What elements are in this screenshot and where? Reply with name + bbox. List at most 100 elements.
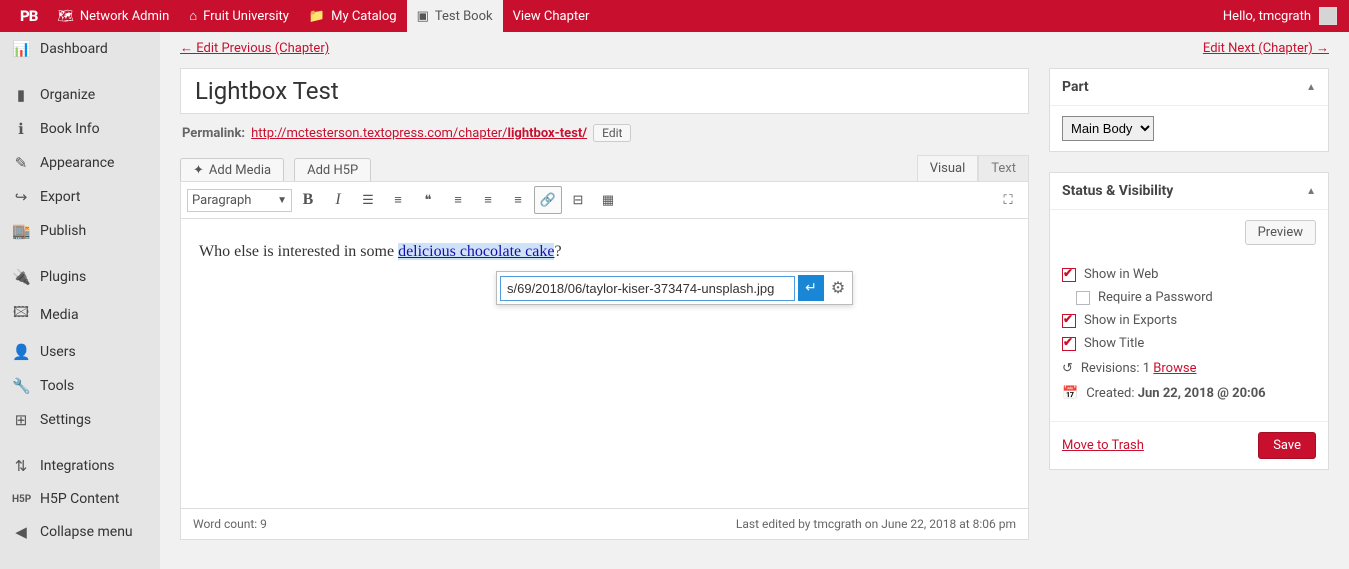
plugins-icon: 🔌	[12, 268, 30, 286]
sidebar-item-collapse[interactable]: ◀Collapse menu	[0, 515, 160, 549]
h5p-icon: H5P	[12, 494, 30, 505]
post-navigation: ← Edit Previous (Chapter) Edit Next (Cha…	[160, 32, 1349, 56]
align-right-button[interactable]: ≡	[504, 186, 532, 214]
bullet-list-button[interactable]: ☰	[354, 186, 382, 214]
media-add-icon: ✦	[193, 163, 204, 178]
sidebar-item-publish[interactable]: 🏬Publish	[0, 214, 160, 248]
book-link[interactable]: ▣Test Book	[407, 0, 503, 32]
pb-logo[interactable]: PB	[0, 0, 47, 32]
italic-button[interactable]: I	[324, 186, 352, 214]
view-chapter-link[interactable]: View Chapter	[503, 0, 600, 32]
sidebar-item-bookinfo[interactable]: ℹBook Info	[0, 112, 160, 146]
link-insert-popup: ↵ ⚙	[496, 271, 853, 305]
checkbox-icon	[1062, 268, 1076, 282]
tab-text[interactable]: Text	[978, 155, 1029, 181]
sidebar-item-export[interactable]: ↪Export	[0, 180, 160, 214]
media-icon: 🖾	[12, 302, 30, 327]
post-title: Lightbox Test	[195, 77, 1014, 105]
publish-icon: 🏬	[12, 222, 30, 240]
read-more-button[interactable]: ⊟	[564, 186, 592, 214]
link-url-input[interactable]	[500, 276, 795, 301]
sitemap-icon: 🗺	[57, 9, 74, 24]
sidebar-item-h5p[interactable]: H5PH5P Content	[0, 483, 160, 515]
browse-revisions-link[interactable]: Browse	[1153, 361, 1196, 376]
main-content: ← Edit Previous (Chapter) Edit Next (Cha…	[160, 32, 1349, 569]
users-icon: 👤	[12, 343, 30, 361]
site-link[interactable]: ⌂Fruit University	[179, 0, 299, 32]
fullscreen-button[interactable]: ⛶	[994, 186, 1022, 214]
link-icon: 🔗	[540, 193, 556, 208]
show-title-checkbox[interactable]: Show Title	[1062, 336, 1316, 351]
organize-icon: ▮	[12, 86, 30, 104]
permalink-url[interactable]: http://mctesterson.textopress.com/chapte…	[251, 126, 587, 141]
align-left-button[interactable]: ≡	[444, 186, 472, 214]
sidebar-item-settings[interactable]: ⊞Settings	[0, 403, 160, 437]
topbar-right: Hello, tmcgrath	[1223, 7, 1349, 25]
book-icon: ▣	[417, 9, 429, 24]
collapse-toggle-icon[interactable]: ▲	[1306, 82, 1316, 93]
sidebar-item-tools[interactable]: 🔧Tools	[0, 369, 160, 403]
add-media-button[interactable]: ✦Add Media	[180, 158, 284, 183]
sidebar-item-appearance[interactable]: ✎Appearance	[0, 146, 160, 180]
edit-previous-link[interactable]: ← Edit Previous (Chapter)	[180, 40, 329, 56]
admin-sidebar: 📊Dashboard ▮Organize ℹBook Info ✎Appeara…	[0, 32, 160, 569]
tab-visual[interactable]: Visual	[917, 155, 979, 181]
sidebar-item-users[interactable]: 👤Users	[0, 335, 160, 369]
catalog-link[interactable]: 📁My Catalog	[299, 0, 407, 32]
part-select[interactable]: Main Body	[1062, 116, 1154, 141]
sidebar-item-integrations[interactable]: ⇅Integrations	[0, 449, 160, 483]
permalink-row: Permalink: http://mctesterson.textopress…	[182, 124, 1027, 142]
move-to-trash-link[interactable]: Move to Trash	[1062, 438, 1144, 453]
show-in-exports-checkbox[interactable]: Show in Exports	[1062, 313, 1316, 328]
numbered-list-button[interactable]: ≡	[384, 186, 412, 214]
calendar-icon: 📅	[1062, 386, 1078, 401]
permalink-edit-button[interactable]: Edit	[593, 124, 631, 142]
blockquote-button[interactable]: ❝	[414, 186, 442, 214]
dashboard-icon: 📊	[12, 40, 30, 58]
network-admin-link[interactable]: 🗺Network Admin	[47, 0, 179, 32]
link-apply-button[interactable]: ↵	[798, 275, 824, 301]
checkbox-icon	[1062, 337, 1076, 351]
editor-content[interactable]: Who else is interested in some delicious…	[180, 219, 1029, 509]
export-icon: ↪	[12, 188, 30, 206]
sidebar-item-plugins[interactable]: 🔌Plugins	[0, 260, 160, 294]
format-select[interactable]: Paragraph▼	[187, 189, 292, 212]
content-text-before: Who else is interested in some	[199, 243, 398, 260]
avatar[interactable]	[1319, 7, 1337, 25]
editor-footer: Word count: 9 Last edited by tmcgrath on…	[180, 508, 1029, 540]
bold-button[interactable]: B	[294, 186, 322, 214]
link-options-button[interactable]: ⚙	[827, 277, 849, 299]
enter-icon: ↵	[805, 280, 817, 297]
checkbox-icon	[1062, 314, 1076, 328]
toolbar-toggle-button[interactable]: ▦	[594, 186, 622, 214]
folder-icon: 📁	[309, 9, 325, 24]
require-password-checkbox[interactable]: Require a Password	[1076, 290, 1316, 305]
insert-link-button[interactable]: 🔗	[534, 186, 562, 214]
align-center-button[interactable]: ≡	[474, 186, 502, 214]
status-visibility-metabox: Status & Visibility▲ Preview Show in Web…	[1049, 172, 1329, 470]
preview-button[interactable]: Preview	[1245, 220, 1316, 245]
save-button[interactable]: Save	[1258, 432, 1316, 459]
add-h5p-button[interactable]: Add H5P	[294, 158, 371, 183]
revisions-icon: ↺	[1062, 361, 1073, 376]
sidebar-item-dashboard[interactable]: 📊Dashboard	[0, 32, 160, 66]
sidebar-item-media[interactable]: 🖾Media	[0, 294, 160, 335]
content-selected-link: delicious chocolate cake	[398, 243, 554, 260]
collapse-toggle-icon[interactable]: ▲	[1306, 186, 1316, 197]
sidebar-item-organize[interactable]: ▮Organize	[0, 78, 160, 112]
edit-next-link[interactable]: Edit Next (Chapter) →	[1203, 40, 1329, 56]
right-column: Part▲ Main Body Status & Visibility▲ Pre…	[1049, 68, 1329, 540]
content-text-after: ?	[554, 243, 561, 260]
title-input[interactable]: Lightbox Test	[180, 68, 1029, 114]
integrations-icon: ⇅	[12, 457, 30, 475]
appearance-icon: ✎	[12, 154, 30, 172]
editor-toolbar: Paragraph▼ B I ☰ ≡ ❝ ≡ ≡ ≡ 🔗 ⊟ ▦ ⛶	[180, 181, 1029, 219]
greeting[interactable]: Hello, tmcgrath	[1223, 9, 1311, 24]
word-count: Word count: 9	[193, 517, 267, 531]
tools-icon: 🔧	[12, 377, 30, 395]
info-icon: ℹ	[12, 120, 30, 138]
chevron-down-icon: ▼	[277, 195, 287, 206]
show-in-web-checkbox[interactable]: Show in Web	[1062, 267, 1316, 282]
topbar-left: PB 🗺Network Admin ⌂Fruit University 📁My …	[0, 0, 1223, 32]
revisions-row: ↺ Revisions: 1 Browse	[1062, 361, 1316, 376]
